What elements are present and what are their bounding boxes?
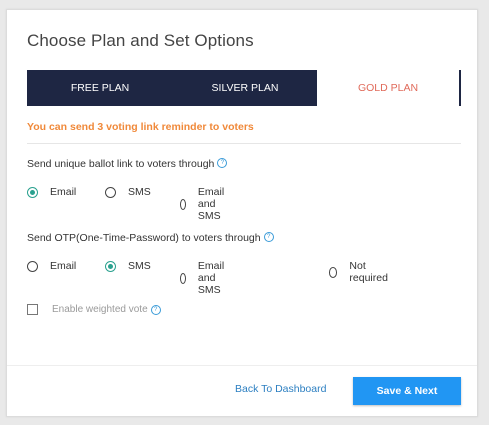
reminder-notice: You can send 3 voting link reminder to v…: [27, 121, 254, 133]
ballot-link-label: Send unique ballot link to voters throug…: [27, 158, 228, 170]
otp-option-not-required[interactable]: Not required: [329, 260, 391, 284]
radio-unselected-icon[interactable]: [180, 272, 186, 284]
radio-selected-icon[interactable]: [27, 186, 38, 198]
otp-option-sms-label: SMS: [128, 260, 151, 272]
ballot-option-sms-label: SMS: [128, 186, 151, 198]
otp-option-not-required-label: Not required: [349, 260, 388, 284]
section-divider: [27, 143, 461, 144]
radio-unselected-icon[interactable]: [105, 186, 116, 198]
ballot-option-email-sms[interactable]: Email and SMS: [180, 186, 229, 222]
options-dialog: Choose Plan and Set Options FREE PLAN SI…: [6, 9, 478, 417]
tab-silver-plan[interactable]: SILVER PLAN: [173, 70, 317, 106]
radio-unselected-icon[interactable]: [180, 198, 186, 210]
weighted-vote-label: Enable weighted vote: [52, 304, 148, 315]
tab-gold-plan[interactable]: GOLD PLAN: [317, 70, 461, 106]
otp-option-email[interactable]: Email: [27, 260, 76, 272]
plan-tabs: FREE PLAN SILVER PLAN GOLD PLAN: [27, 70, 461, 106]
radio-unselected-icon[interactable]: [329, 266, 338, 278]
save-next-button[interactable]: Save & Next: [353, 377, 461, 405]
ballot-option-sms[interactable]: SMS: [105, 186, 151, 198]
ballot-link-label-text: Send unique ballot link to voters throug…: [27, 158, 215, 170]
help-circle-icon[interactable]: ?: [217, 158, 228, 168]
ballot-option-email-label: Email: [50, 186, 77, 198]
help-circle-icon[interactable]: ?: [263, 232, 274, 242]
weighted-vote-row[interactable]: Enable weighted vote?: [27, 304, 161, 315]
otp-label: Send OTP(One-Time-Password) to voters th…: [27, 232, 274, 244]
tab-free-plan[interactable]: FREE PLAN: [27, 70, 173, 106]
footer-divider: [7, 365, 477, 366]
otp-option-email-sms-label: Email and SMS: [197, 260, 225, 296]
ballot-option-email[interactable]: Email: [27, 186, 76, 198]
dialog-title: Choose Plan and Set Options: [27, 31, 254, 50]
otp-option-sms[interactable]: SMS: [105, 260, 151, 272]
ballot-option-email-sms-label: Email and SMS: [197, 186, 225, 222]
otp-option-email-label: Email: [50, 260, 77, 272]
weighted-vote-checkbox[interactable]: [27, 304, 38, 315]
otp-option-email-sms[interactable]: Email and SMS: [180, 260, 229, 296]
otp-label-text: Send OTP(One-Time-Password) to voters th…: [27, 232, 261, 244]
radio-unselected-icon[interactable]: [27, 260, 38, 272]
help-circle-icon[interactable]: ?: [150, 304, 161, 315]
radio-selected-icon[interactable]: [105, 260, 116, 272]
back-to-dashboard-link[interactable]: Back To Dashboard: [235, 383, 326, 395]
